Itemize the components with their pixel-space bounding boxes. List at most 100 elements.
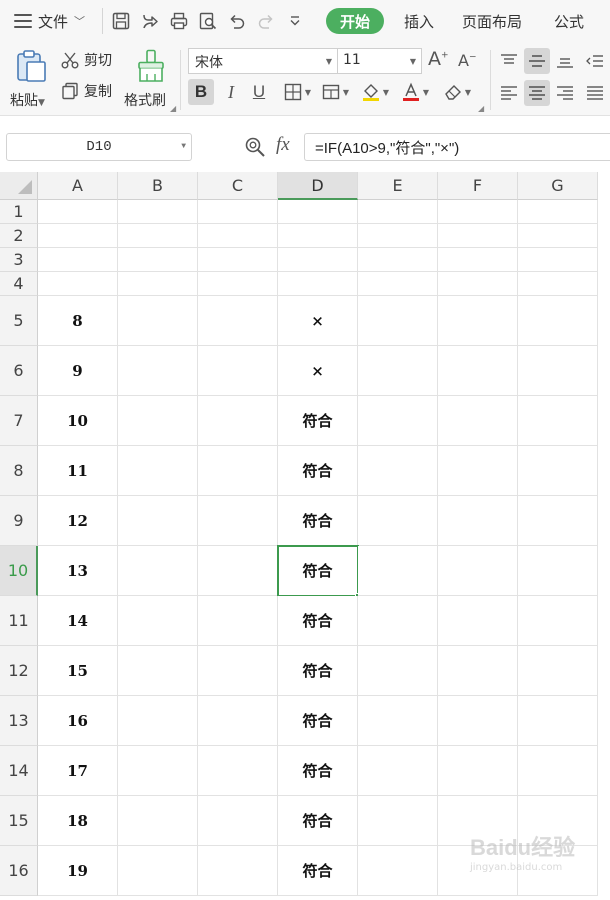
cell-a15[interactable]: 18 [38,796,118,846]
cell-f12[interactable] [438,646,518,696]
cell-c12[interactable] [198,646,278,696]
cell-d6[interactable]: × [278,346,358,396]
cell-f2[interactable] [438,224,518,248]
redo-icon[interactable] [254,9,278,33]
cell-d5[interactable]: × [278,296,358,346]
font-shrink-icon[interactable]: A− [458,51,477,70]
justify-button[interactable] [582,80,608,106]
column-header-a[interactable]: A [38,172,118,200]
cell-b1[interactable] [118,200,198,224]
row-header-5[interactable]: 5 [0,296,38,346]
cell-g4[interactable] [518,272,598,296]
cell-g2[interactable] [518,224,598,248]
cell-e7[interactable] [358,396,438,446]
cell-e3[interactable] [358,248,438,272]
chevron-down-icon[interactable]: ▼ [38,98,45,108]
cell-e14[interactable] [358,746,438,796]
cell-g6[interactable] [518,346,598,396]
cell-f1[interactable] [438,200,518,224]
cell-f13[interactable] [438,696,518,746]
cell-d14[interactable]: 符合 [278,746,358,796]
align-center-button[interactable] [524,80,550,106]
cell-c8[interactable] [198,446,278,496]
cell-d12[interactable]: 符合 [278,646,358,696]
cell-c14[interactable] [198,746,278,796]
cell-a5[interactable]: 8 [38,296,118,346]
save-icon[interactable] [109,9,133,33]
cell-g3[interactable] [518,248,598,272]
cell-b5[interactable] [118,296,198,346]
align-left-button[interactable] [496,80,522,106]
cell-d4[interactable] [278,272,358,296]
row-header-12[interactable]: 12 [0,646,38,696]
cell-b11[interactable] [118,596,198,646]
paste-button[interactable]: 粘贴▼ [10,48,52,109]
cell-a3[interactable] [38,248,118,272]
cell-b13[interactable] [118,696,198,746]
font-name-select[interactable]: 宋体 ▼ [188,48,338,74]
cell-d3[interactable] [278,248,358,272]
row-header-13[interactable]: 13 [0,696,38,746]
clear-format-button[interactable]: ▼ [440,79,474,105]
cell-b16[interactable] [118,846,198,896]
cell-e16[interactable] [358,846,438,896]
row-header-7[interactable]: 7 [0,396,38,446]
cell-e6[interactable] [358,346,438,396]
cell-e5[interactable] [358,296,438,346]
fill-color-button[interactable]: ▼ [358,79,392,105]
cell-e10[interactable] [358,546,438,596]
underline-button[interactable]: U [248,79,270,105]
row-header-9[interactable]: 9 [0,496,38,546]
tab-page-layout[interactable]: 页面布局 [462,11,522,32]
cell-a12[interactable]: 15 [38,646,118,696]
tab-insert[interactable]: 插入 [404,11,434,32]
cell-a16[interactable]: 19 [38,846,118,896]
fx-icon[interactable]: fx [276,134,290,156]
align-middle-button[interactable] [524,48,550,74]
cell-a11[interactable]: 14 [38,596,118,646]
cell-d9[interactable]: 符合 [278,496,358,546]
cell-d11[interactable]: 符合 [278,596,358,646]
cell-f3[interactable] [438,248,518,272]
row-header-11[interactable]: 11 [0,596,38,646]
print-preview-icon[interactable] [196,9,220,33]
cell-b12[interactable] [118,646,198,696]
cell-a1[interactable] [38,200,118,224]
cell-g7[interactable] [518,396,598,446]
cell-a8[interactable]: 11 [38,446,118,496]
cell-d10[interactable]: 符合 [278,546,358,596]
cell-c7[interactable] [198,396,278,446]
cell-e8[interactable] [358,446,438,496]
cell-b14[interactable] [118,746,198,796]
cell-g1[interactable] [518,200,598,224]
cell-d13[interactable]: 符合 [278,696,358,746]
cell-b2[interactable] [118,224,198,248]
font-color-button[interactable]: ▼ [398,79,432,105]
print-icon[interactable] [167,9,191,33]
cell-f6[interactable] [438,346,518,396]
cell-d15[interactable]: 符合 [278,796,358,846]
cell-b8[interactable] [118,446,198,496]
italic-button[interactable]: I [220,79,242,105]
cell-g13[interactable] [518,696,598,746]
cell-g14[interactable] [518,746,598,796]
align-top-button[interactable] [496,48,522,74]
row-header-14[interactable]: 14 [0,746,38,796]
row-header-6[interactable]: 6 [0,346,38,396]
cell-g12[interactable] [518,646,598,696]
cell-d2[interactable] [278,224,358,248]
tab-home[interactable]: 开始 [326,8,385,34]
cell-c16[interactable] [198,846,278,896]
cell-e1[interactable] [358,200,438,224]
more-icon[interactable] [283,9,307,33]
align-right-button[interactable] [552,80,578,106]
cell-c9[interactable] [198,496,278,546]
bold-button[interactable]: B [188,79,214,105]
column-header-b[interactable]: B [118,172,198,200]
row-header-1[interactable]: 1 [0,200,38,224]
name-box[interactable]: D10 ▼ [6,133,192,161]
cell-c13[interactable] [198,696,278,746]
export-icon[interactable] [138,9,162,33]
cell-a14[interactable]: 17 [38,746,118,796]
select-all-button[interactable] [0,172,38,200]
